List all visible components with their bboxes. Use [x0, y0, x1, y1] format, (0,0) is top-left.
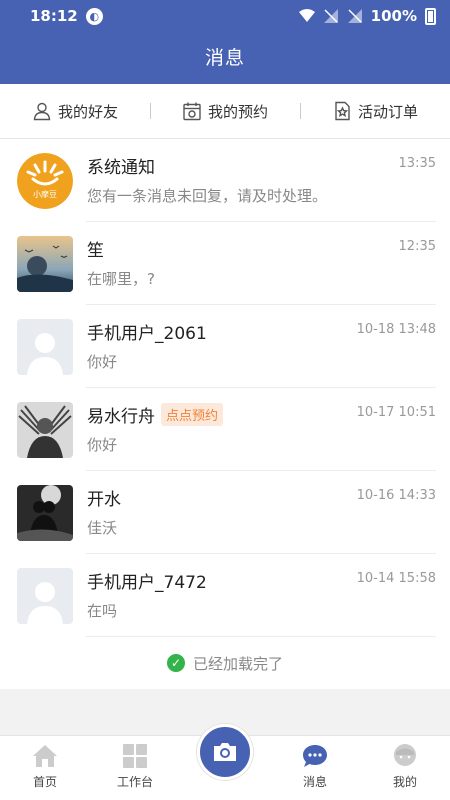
nav-camera-slot	[180, 724, 270, 800]
tab-friends[interactable]: 我的好友	[0, 101, 150, 122]
landscape-avatar-image	[17, 235, 73, 292]
brand-logo-text: 小摩豆	[33, 189, 57, 199]
calendar-icon	[183, 102, 201, 121]
app-notification-icon: ◐	[85, 7, 103, 25]
message-preview: 你好	[87, 435, 118, 454]
message-body: 手机用户_7472 10-14 15:58 在吗	[87, 568, 450, 624]
chat-bubble-icon	[303, 745, 327, 767]
couple-avatar-image	[17, 484, 73, 541]
nav-messages-label: 消息	[302, 775, 327, 789]
avatar	[17, 235, 73, 292]
brand-logo-icon	[17, 152, 73, 209]
contact-name: 手机用户_7472	[87, 573, 207, 593]
message-item[interactable]: 易水行舟 点点预约 10-17 10:51 你好	[0, 388, 450, 471]
check-circle-icon: ✓	[166, 654, 185, 672]
message-item[interactable]: 笙 12:35 在哪里，?	[0, 222, 450, 305]
tab-reservations[interactable]: 我的预约	[150, 101, 300, 122]
message-preview: 你好	[87, 352, 118, 371]
message-item[interactable]: 开水 10-16 14:33 佳沃	[0, 471, 450, 554]
signal-off-icon	[347, 9, 362, 23]
avatar	[17, 567, 73, 624]
bottom-nav: 首页 工作台 消息 我的	[0, 724, 450, 800]
message-time: 10-16 14:33	[356, 487, 436, 503]
status-bar: 18:12 ◐ 100%	[0, 0, 450, 32]
status-time: 18:12	[30, 7, 78, 25]
tab-friends-label: 我的好友	[57, 102, 118, 121]
load-complete-indicator: ✓ 已经加载完了	[0, 637, 450, 689]
message-body: 易水行舟 点点预约 10-17 10:51 你好	[87, 402, 450, 458]
battery-percent: 100%	[370, 7, 417, 25]
message-body: 开水 10-16 14:33 佳沃	[87, 485, 450, 541]
nav-mine[interactable]: 我的	[360, 736, 450, 800]
message-body: 系统通知 13:35 您有一条消息未回复，请及时处理。	[87, 153, 450, 209]
message-time: 13:35	[398, 155, 436, 171]
person-icon	[33, 102, 51, 121]
message-item[interactable]: 手机用户_7472 10-14 15:58 在吗	[0, 554, 450, 637]
message-body: 笙 12:35 在哪里，?	[87, 236, 450, 292]
message-preview: 您有一条消息未回复，请及时处理。	[87, 186, 328, 205]
reservation-badge: 点点预约	[161, 403, 224, 426]
message-preview: 在吗	[87, 601, 118, 620]
tab-activity-orders[interactable]: 活动订单	[300, 101, 450, 122]
message-item[interactable]: 小摩豆 系统通知 13:35 您有一条消息未回复，请及时处理。	[0, 139, 450, 222]
message-body: 手机用户_2061 10-18 13:48 你好	[87, 319, 450, 375]
message-time: 10-14 15:58	[356, 570, 436, 586]
app-header: 18:12 ◐ 100% 消息	[0, 0, 450, 84]
contact-name: 系统通知	[87, 158, 155, 178]
contact-name: 笙	[87, 241, 104, 261]
nav-workbench[interactable]: 工作台	[90, 736, 180, 800]
quick-tabs: 我的好友 我的预约 活动订单	[0, 84, 450, 139]
contact-name: 易水行舟	[87, 407, 155, 427]
star-doc-icon	[335, 101, 350, 121]
avatar	[17, 318, 73, 375]
message-time: 12:35	[398, 238, 436, 254]
signal-off-icon	[323, 9, 338, 23]
camera-button[interactable]	[197, 724, 253, 780]
battery-icon	[425, 7, 436, 25]
user-face-icon	[394, 744, 416, 766]
contact-name: 手机用户_2061	[87, 324, 207, 344]
message-time: 10-18 13:48	[356, 321, 436, 337]
nav-home-label: 首页	[32, 775, 57, 789]
avatar	[17, 484, 73, 541]
message-list: 小摩豆 系统通知 13:35 您有一条消息未回复，请及时处理。 笙 12:35	[0, 139, 450, 689]
status-indicators: 100%	[298, 7, 436, 25]
tab-activity-orders-label: 活动订单	[357, 102, 418, 121]
avatar	[17, 401, 73, 458]
nav-messages[interactable]: 消息	[270, 736, 360, 800]
message-item[interactable]: 手机用户_2061 10-18 13:48 你好	[0, 305, 450, 388]
wolverine-avatar-image	[17, 401, 73, 458]
message-time: 10-17 10:51	[356, 404, 436, 420]
default-user-avatar-icon	[17, 318, 73, 375]
message-preview: 在哪里，?	[87, 269, 155, 288]
contact-name: 开水	[87, 490, 121, 510]
camera-icon	[214, 743, 236, 761]
home-icon	[33, 745, 57, 767]
load-complete-text: 已经加载完了	[192, 654, 283, 673]
grid-icon	[123, 744, 147, 768]
message-preview: 佳沃	[87, 518, 118, 537]
avatar: 小摩豆	[17, 152, 73, 209]
nav-mine-label: 我的	[392, 775, 417, 789]
page-title: 消息	[204, 47, 245, 69]
tab-reservations-label: 我的预约	[207, 102, 268, 121]
wifi-icon	[298, 9, 315, 22]
nav-workbench-label: 工作台	[116, 775, 153, 789]
nav-home[interactable]: 首页	[0, 736, 90, 800]
default-user-avatar-icon	[17, 567, 73, 624]
